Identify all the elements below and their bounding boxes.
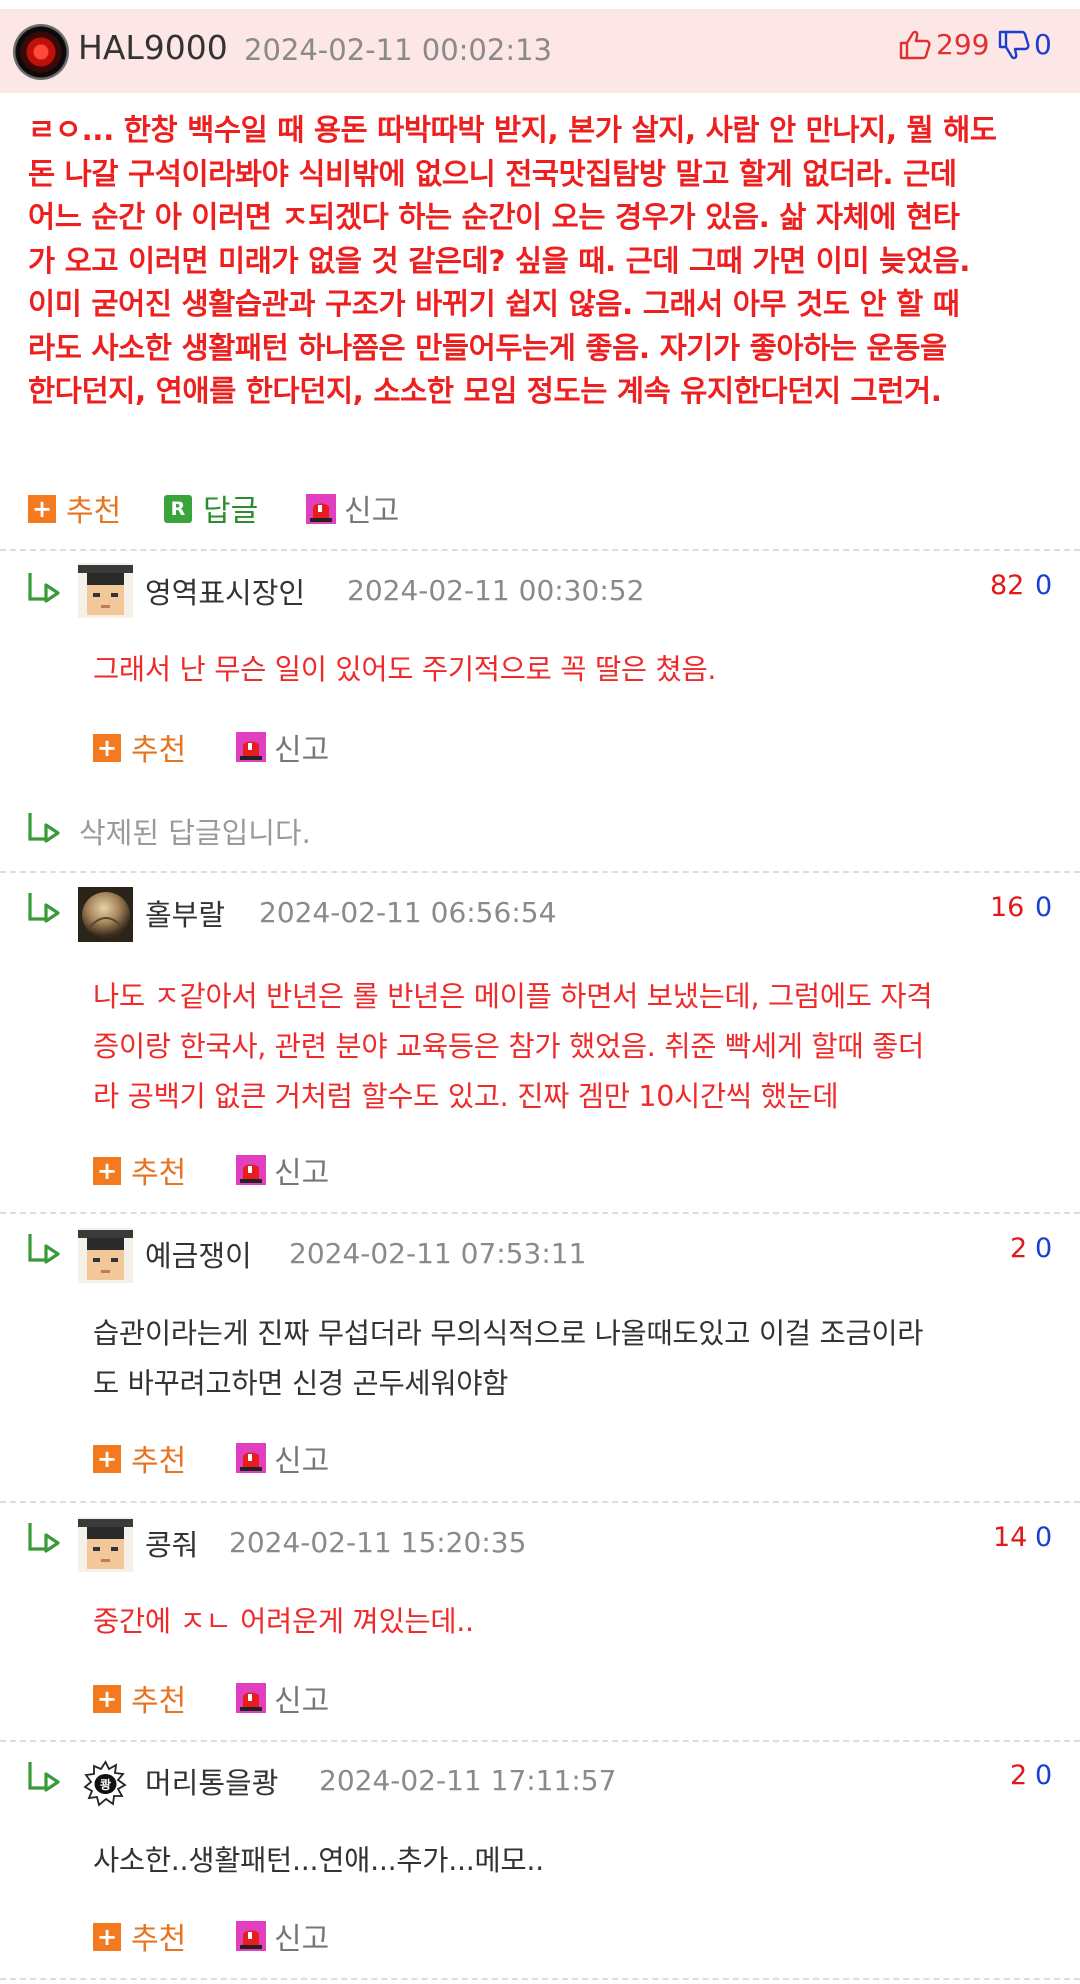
reply-author[interactable]: 예금쟁이	[145, 1233, 252, 1275]
hal9000-avatar[interactable]	[13, 24, 69, 80]
reply-dislike-count: 0	[1035, 1522, 1053, 1553]
reply-button[interactable]: 답글	[203, 486, 258, 530]
post-body: ㄹㅇ... 한창 백수일 때 용돈 따박따박 받지, 본가 살지, 사람 안 만…	[28, 113, 997, 408]
reply-text: 사소한..생활패턴...연애...추가...메모..	[93, 1844, 544, 1877]
reply-author[interactable]: 홀부랄	[145, 892, 225, 934]
reply-arrow-icon	[28, 1762, 60, 1792]
reply-text: 습관이라는게 진짜 무섭더라 무의식적으로 나올때도있고 이걸 조금이라 도 바…	[93, 1317, 924, 1400]
reply-author[interactable]: 영역표시장인	[145, 570, 305, 612]
divider	[0, 1501, 1080, 1503]
pixel-avatar[interactable]	[78, 563, 133, 618]
deleted-reply-text: 삭제된 답글입니다.	[79, 816, 311, 850]
reply-author[interactable]: 머리통을쾅	[145, 1760, 278, 1802]
post-like-count: 299	[936, 28, 990, 61]
post-date: 2024-02-11 00:02:13	[244, 33, 552, 67]
report-button[interactable]: 신고	[274, 1436, 329, 1480]
avatar-badge-text: 쾅	[100, 1778, 111, 1792]
divider	[0, 549, 1080, 551]
reply-arrow-icon	[28, 893, 60, 923]
reply-dislike-count: 0	[1035, 892, 1053, 923]
reply-dislike-count: 0	[1035, 1233, 1053, 1264]
thumbs-up-icon[interactable]	[898, 28, 932, 62]
reply-date: 2024-02-11 06:56:54	[259, 896, 557, 929]
plus-icon[interactable]: +	[93, 1923, 121, 1951]
reply-like-count: 82	[990, 570, 1025, 601]
reply-date: 2024-02-11 00:30:52	[347, 574, 645, 607]
siren-icon[interactable]	[236, 1443, 266, 1473]
reply-like-count: 2	[1010, 1233, 1028, 1264]
recommend-button[interactable]: 추천	[131, 1676, 186, 1720]
reply-date: 2024-02-11 07:53:11	[289, 1237, 587, 1270]
plus-icon[interactable]: +	[28, 495, 56, 523]
reply-text: 중간에 ㅈㄴ 어려운게 껴있는데..	[93, 1605, 474, 1638]
plus-icon[interactable]: +	[93, 1685, 121, 1713]
recommend-button[interactable]: 추천	[131, 725, 186, 769]
reply-arrow-icon	[28, 1234, 60, 1264]
siren-icon[interactable]	[236, 1155, 266, 1185]
siren-icon[interactable]	[236, 1921, 266, 1951]
reply-icon[interactable]: R	[164, 495, 192, 523]
divider	[0, 1740, 1080, 1742]
post-author[interactable]: HAL9000	[78, 28, 228, 67]
reply-like-count: 14	[993, 1522, 1028, 1553]
reply-dislike-count: 0	[1035, 570, 1053, 601]
siren-icon[interactable]	[236, 1683, 266, 1713]
siren-icon[interactable]	[236, 732, 266, 762]
thumbs-down-icon[interactable]	[997, 28, 1031, 62]
badge-avatar[interactable]: 쾅	[78, 1756, 133, 1811]
divider	[0, 871, 1080, 873]
divider	[0, 1212, 1080, 1214]
photo-avatar[interactable]	[78, 887, 133, 942]
report-button[interactable]: 신고	[274, 725, 329, 769]
reply-arrow-icon	[28, 573, 60, 603]
reply-text: 나도 ㅈ같아서 반년은 롤 반년은 메이플 하면서 보냈는데, 그럼에도 자격 …	[93, 980, 933, 1113]
pixel-avatar[interactable]	[78, 1228, 133, 1283]
reply-like-count: 16	[990, 892, 1025, 923]
pixel-avatar[interactable]	[78, 1517, 133, 1572]
reply-date: 2024-02-11 17:11:57	[319, 1764, 617, 1797]
reply-arrow-icon	[28, 1523, 60, 1553]
report-button[interactable]: 신고	[274, 1148, 329, 1192]
reply-like-count: 2	[1010, 1760, 1028, 1791]
reply-arrow-icon	[28, 813, 60, 843]
plus-icon[interactable]: +	[93, 1157, 121, 1185]
siren-icon[interactable]	[306, 494, 336, 524]
recommend-button[interactable]: 추천	[66, 486, 121, 530]
reply-text: 그래서 난 무슨 일이 있어도 주기적으로 꼭 딸은 쳤음.	[93, 653, 717, 686]
recommend-button[interactable]: 추천	[131, 1148, 186, 1192]
recommend-button[interactable]: 추천	[131, 1436, 186, 1480]
plus-icon[interactable]: +	[93, 1445, 121, 1473]
reply-date: 2024-02-11 15:20:35	[229, 1526, 527, 1559]
reply-dislike-count: 0	[1035, 1760, 1053, 1791]
recommend-button[interactable]: 추천	[131, 1914, 186, 1958]
post-dislike-count: 0	[1034, 28, 1052, 61]
reply-author[interactable]: 콩줘	[145, 1522, 198, 1564]
report-button[interactable]: 신고	[344, 486, 399, 530]
report-button[interactable]: 신고	[274, 1914, 329, 1958]
plus-icon[interactable]: +	[93, 734, 121, 762]
divider	[0, 1978, 1080, 1980]
report-button[interactable]: 신고	[274, 1676, 329, 1720]
